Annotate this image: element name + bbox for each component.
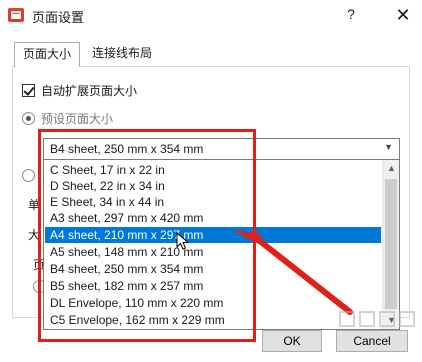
preset-size-radio[interactable] xyxy=(22,112,35,125)
auto-expand-checkbox[interactable] xyxy=(22,84,35,97)
mouse-pointer-icon xyxy=(176,232,190,250)
help-button[interactable]: ? xyxy=(341,6,361,24)
watermark-logo xyxy=(300,308,418,358)
tab-connector-layout[interactable]: 连接线布局 xyxy=(84,42,160,66)
chevron-down-icon[interactable]: ▼ xyxy=(384,142,393,152)
scroll-thumb[interactable] xyxy=(385,179,397,309)
list-scrollbar[interactable]: ▲ ▼ xyxy=(382,160,399,329)
custom-size-radio[interactable] xyxy=(22,169,35,182)
annotation-highlight-box xyxy=(38,129,256,342)
title-bar: 页面设置 ? ✕ xyxy=(0,0,422,30)
dialog-title: 页面设置 xyxy=(32,10,85,25)
preset-size-label: 预设页面大小 xyxy=(41,112,114,126)
auto-expand-label: 自动扩展页面大小 xyxy=(41,84,138,98)
scroll-up-icon[interactable]: ▲ xyxy=(383,160,399,177)
close-button[interactable]: ✕ xyxy=(391,4,415,26)
app-icon xyxy=(8,8,24,22)
tab-page-size[interactable]: 页面大小 xyxy=(14,42,81,67)
page-setup-dialog: 页面设置 ? ✕ 页面大小 连接线布局 自动扩展页面大小 预设页面大小 自 单 … xyxy=(0,0,422,362)
auto-expand-row[interactable]: 自动扩展页面大小 xyxy=(22,82,137,99)
preset-size-row[interactable]: 预设页面大小 xyxy=(22,110,113,127)
